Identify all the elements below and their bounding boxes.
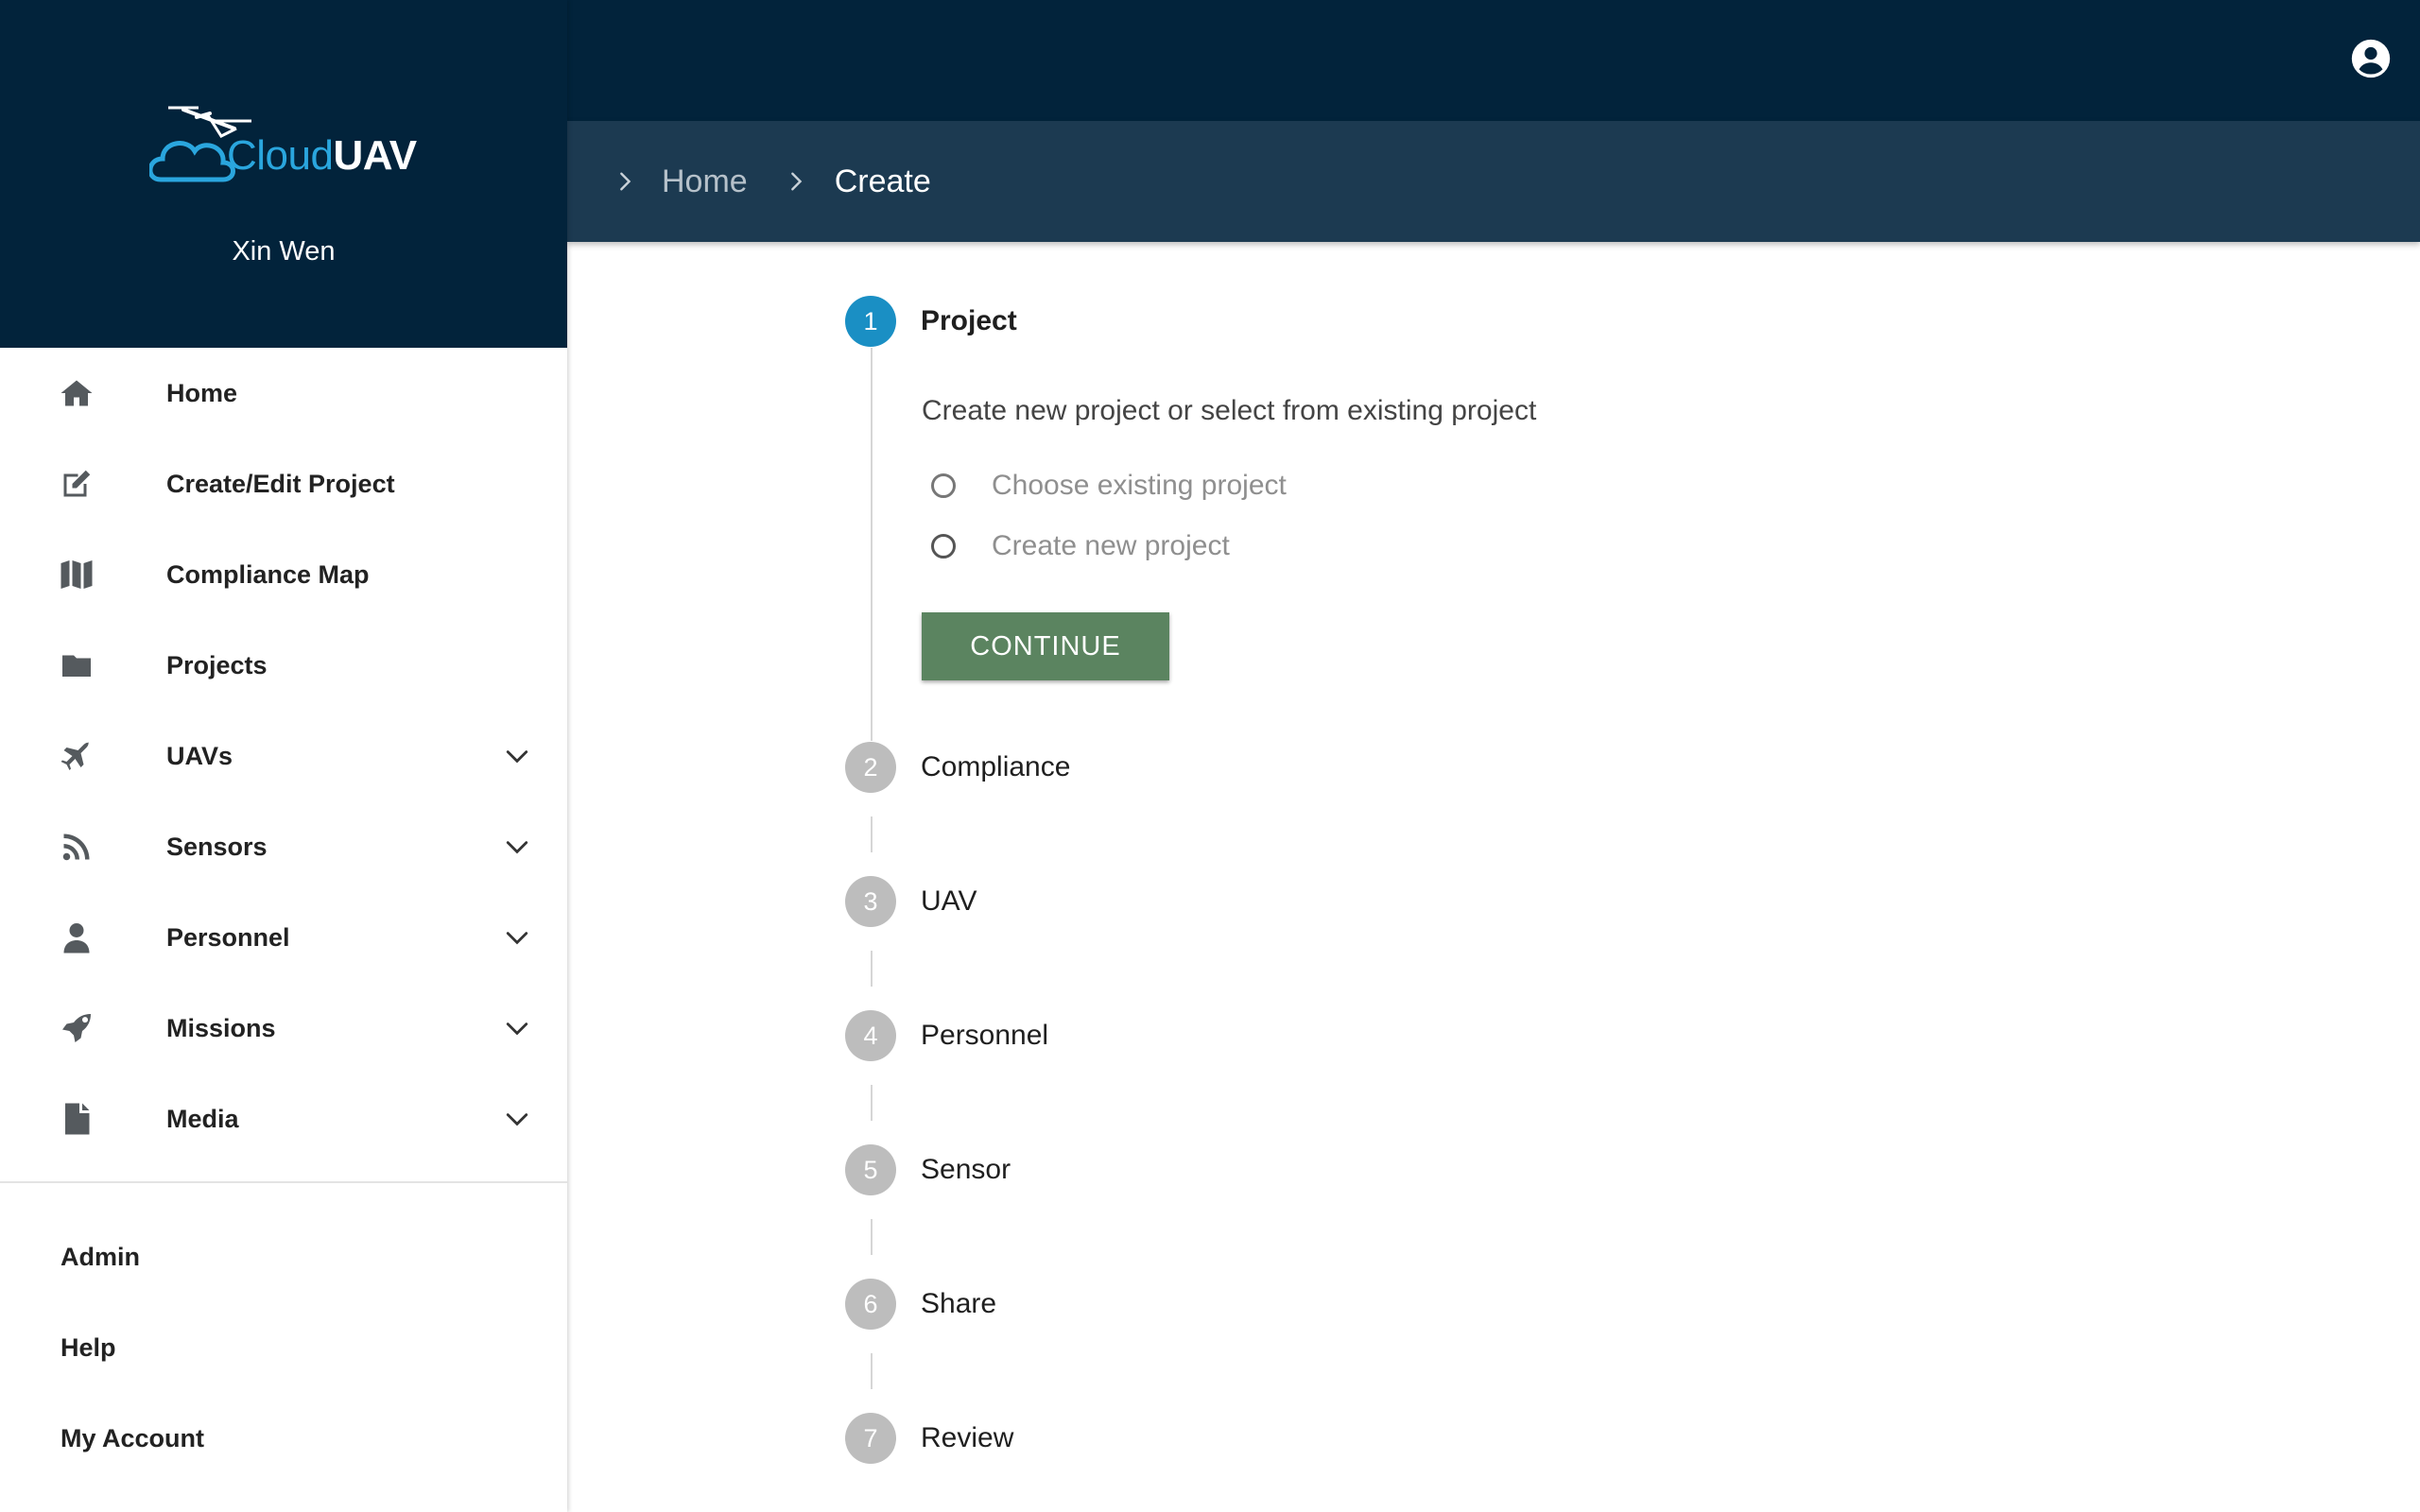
step-number: 1 (845, 296, 896, 347)
step-label: UAV (921, 885, 977, 917)
sidebar-item-label: UAVs (166, 741, 233, 770)
file-icon (59, 1101, 95, 1137)
sidebar-item-missions[interactable]: Missions (0, 983, 567, 1074)
step-personnel[interactable]: 4 Personnel (845, 1009, 2169, 1062)
step-project[interactable]: 1 Project (845, 295, 2169, 348)
breadcrumb-home-link[interactable]: Home (662, 163, 748, 200)
step-label: Compliance (921, 751, 1071, 782)
radio-label: Create new project (992, 530, 1230, 561)
sidebar-secondary-nav: Admin Help My Account (0, 1211, 567, 1484)
plane-icon (59, 738, 95, 774)
sidebar-item-my-account[interactable]: My Account (0, 1393, 567, 1484)
step-label: Sensor (921, 1154, 1011, 1185)
sidebar-item-sensors[interactable]: Sensors (0, 801, 567, 892)
radio-button[interactable] (931, 534, 956, 558)
chevron-right-icon (620, 172, 631, 191)
sidebar-item-home[interactable]: Home (0, 348, 567, 438)
breadcrumb-current: Create (834, 163, 931, 199)
continue-button[interactable]: CONTINUE (922, 612, 1169, 680)
step-connector (845, 1331, 898, 1412)
chevron-down-icon[interactable] (505, 925, 529, 950)
sidebar-item-label: Missions (166, 1013, 276, 1042)
map-icon (59, 557, 95, 593)
step-connector (845, 1062, 898, 1143)
rocket-icon (59, 1010, 95, 1046)
step-number: 7 (845, 1413, 896, 1464)
sidebar-item-create-edit-project[interactable]: Create/Edit Project (0, 438, 567, 529)
step-connector (845, 928, 898, 1009)
sidebar-item-help[interactable]: Help (0, 1302, 567, 1393)
sidebar-item-label: Compliance Map (166, 559, 370, 589)
chevron-down-icon[interactable] (505, 834, 529, 859)
sidebar-nav: Home Create/Edit Project Compliance Map … (0, 348, 567, 1164)
account-circle-icon[interactable] (2350, 38, 2392, 79)
sidebar-item-uavs[interactable]: UAVs (0, 711, 567, 801)
sidebar-item-projects[interactable]: Projects (0, 620, 567, 711)
step-number: 3 (845, 876, 896, 927)
create-project-stepper: 1 Project Create new project or select f… (845, 295, 2169, 1465)
sidebar-item-label: Sensors (166, 832, 268, 861)
sidebar-item-media[interactable]: Media (0, 1074, 567, 1164)
step-number: 6 (845, 1279, 896, 1330)
chevron-down-icon[interactable] (505, 744, 529, 768)
step-description: Create new project or select from existi… (922, 395, 1537, 426)
logo-text: CloudUAV (227, 132, 417, 180)
step-sensor[interactable]: 5 Sensor (845, 1143, 2169, 1196)
logo-text-uav: UAV (333, 132, 417, 179)
step-project-content: Create new project or select from existi… (845, 348, 2169, 741)
home-icon (59, 375, 95, 411)
sidebar-item-label: Media (166, 1104, 239, 1133)
logo-text-cloud: Cloud (227, 132, 334, 179)
step-share[interactable]: 6 Share (845, 1278, 2169, 1331)
user-name: Xin Wen (232, 236, 336, 266)
rss-icon (59, 829, 95, 865)
radio-choose-existing-project[interactable]: Choose existing project (922, 455, 2169, 516)
step-label: Review (921, 1422, 1014, 1453)
folder-icon (59, 647, 95, 683)
user-icon (59, 919, 95, 955)
step-number: 5 (845, 1144, 896, 1195)
radio-button[interactable] (931, 473, 956, 498)
step-uav[interactable]: 3 UAV (845, 875, 2169, 928)
breadcrumb: Home Create (567, 121, 2420, 242)
chevron-down-icon[interactable] (505, 1016, 529, 1040)
chevron-right-icon (790, 172, 802, 191)
step-connector (845, 1196, 898, 1278)
edit-icon (59, 466, 95, 502)
sidebar-item-admin[interactable]: Admin (0, 1211, 567, 1302)
step-label: Share (921, 1288, 997, 1319)
sidebar: CloudUAV Xin Wen Home Create/Edit Projec… (0, 0, 567, 1512)
sidebar-item-compliance-map[interactable]: Compliance Map (0, 529, 567, 620)
sidebar-header: CloudUAV Xin Wen (0, 0, 567, 348)
step-number: 2 (845, 742, 896, 793)
radio-label: Choose existing project (992, 470, 1287, 501)
chevron-down-icon[interactable] (505, 1107, 529, 1131)
step-number: 4 (845, 1010, 896, 1061)
sidebar-item-label: Personnel (166, 922, 290, 952)
sidebar-item-label: Home (166, 378, 238, 407)
step-connector (845, 794, 898, 875)
sidebar-item-label: Create/Edit Project (166, 469, 395, 498)
step-compliance[interactable]: 2 Compliance (845, 741, 2169, 794)
step-label: Personnel (921, 1020, 1049, 1051)
step-label: Project (921, 305, 1017, 336)
step-review[interactable]: 7 Review (845, 1412, 2169, 1465)
radio-create-new-project[interactable]: Create new project (922, 516, 2169, 576)
sidebar-divider (0, 1181, 567, 1183)
sidebar-item-personnel[interactable]: Personnel (0, 892, 567, 983)
sidebar-item-label: Projects (166, 650, 268, 679)
